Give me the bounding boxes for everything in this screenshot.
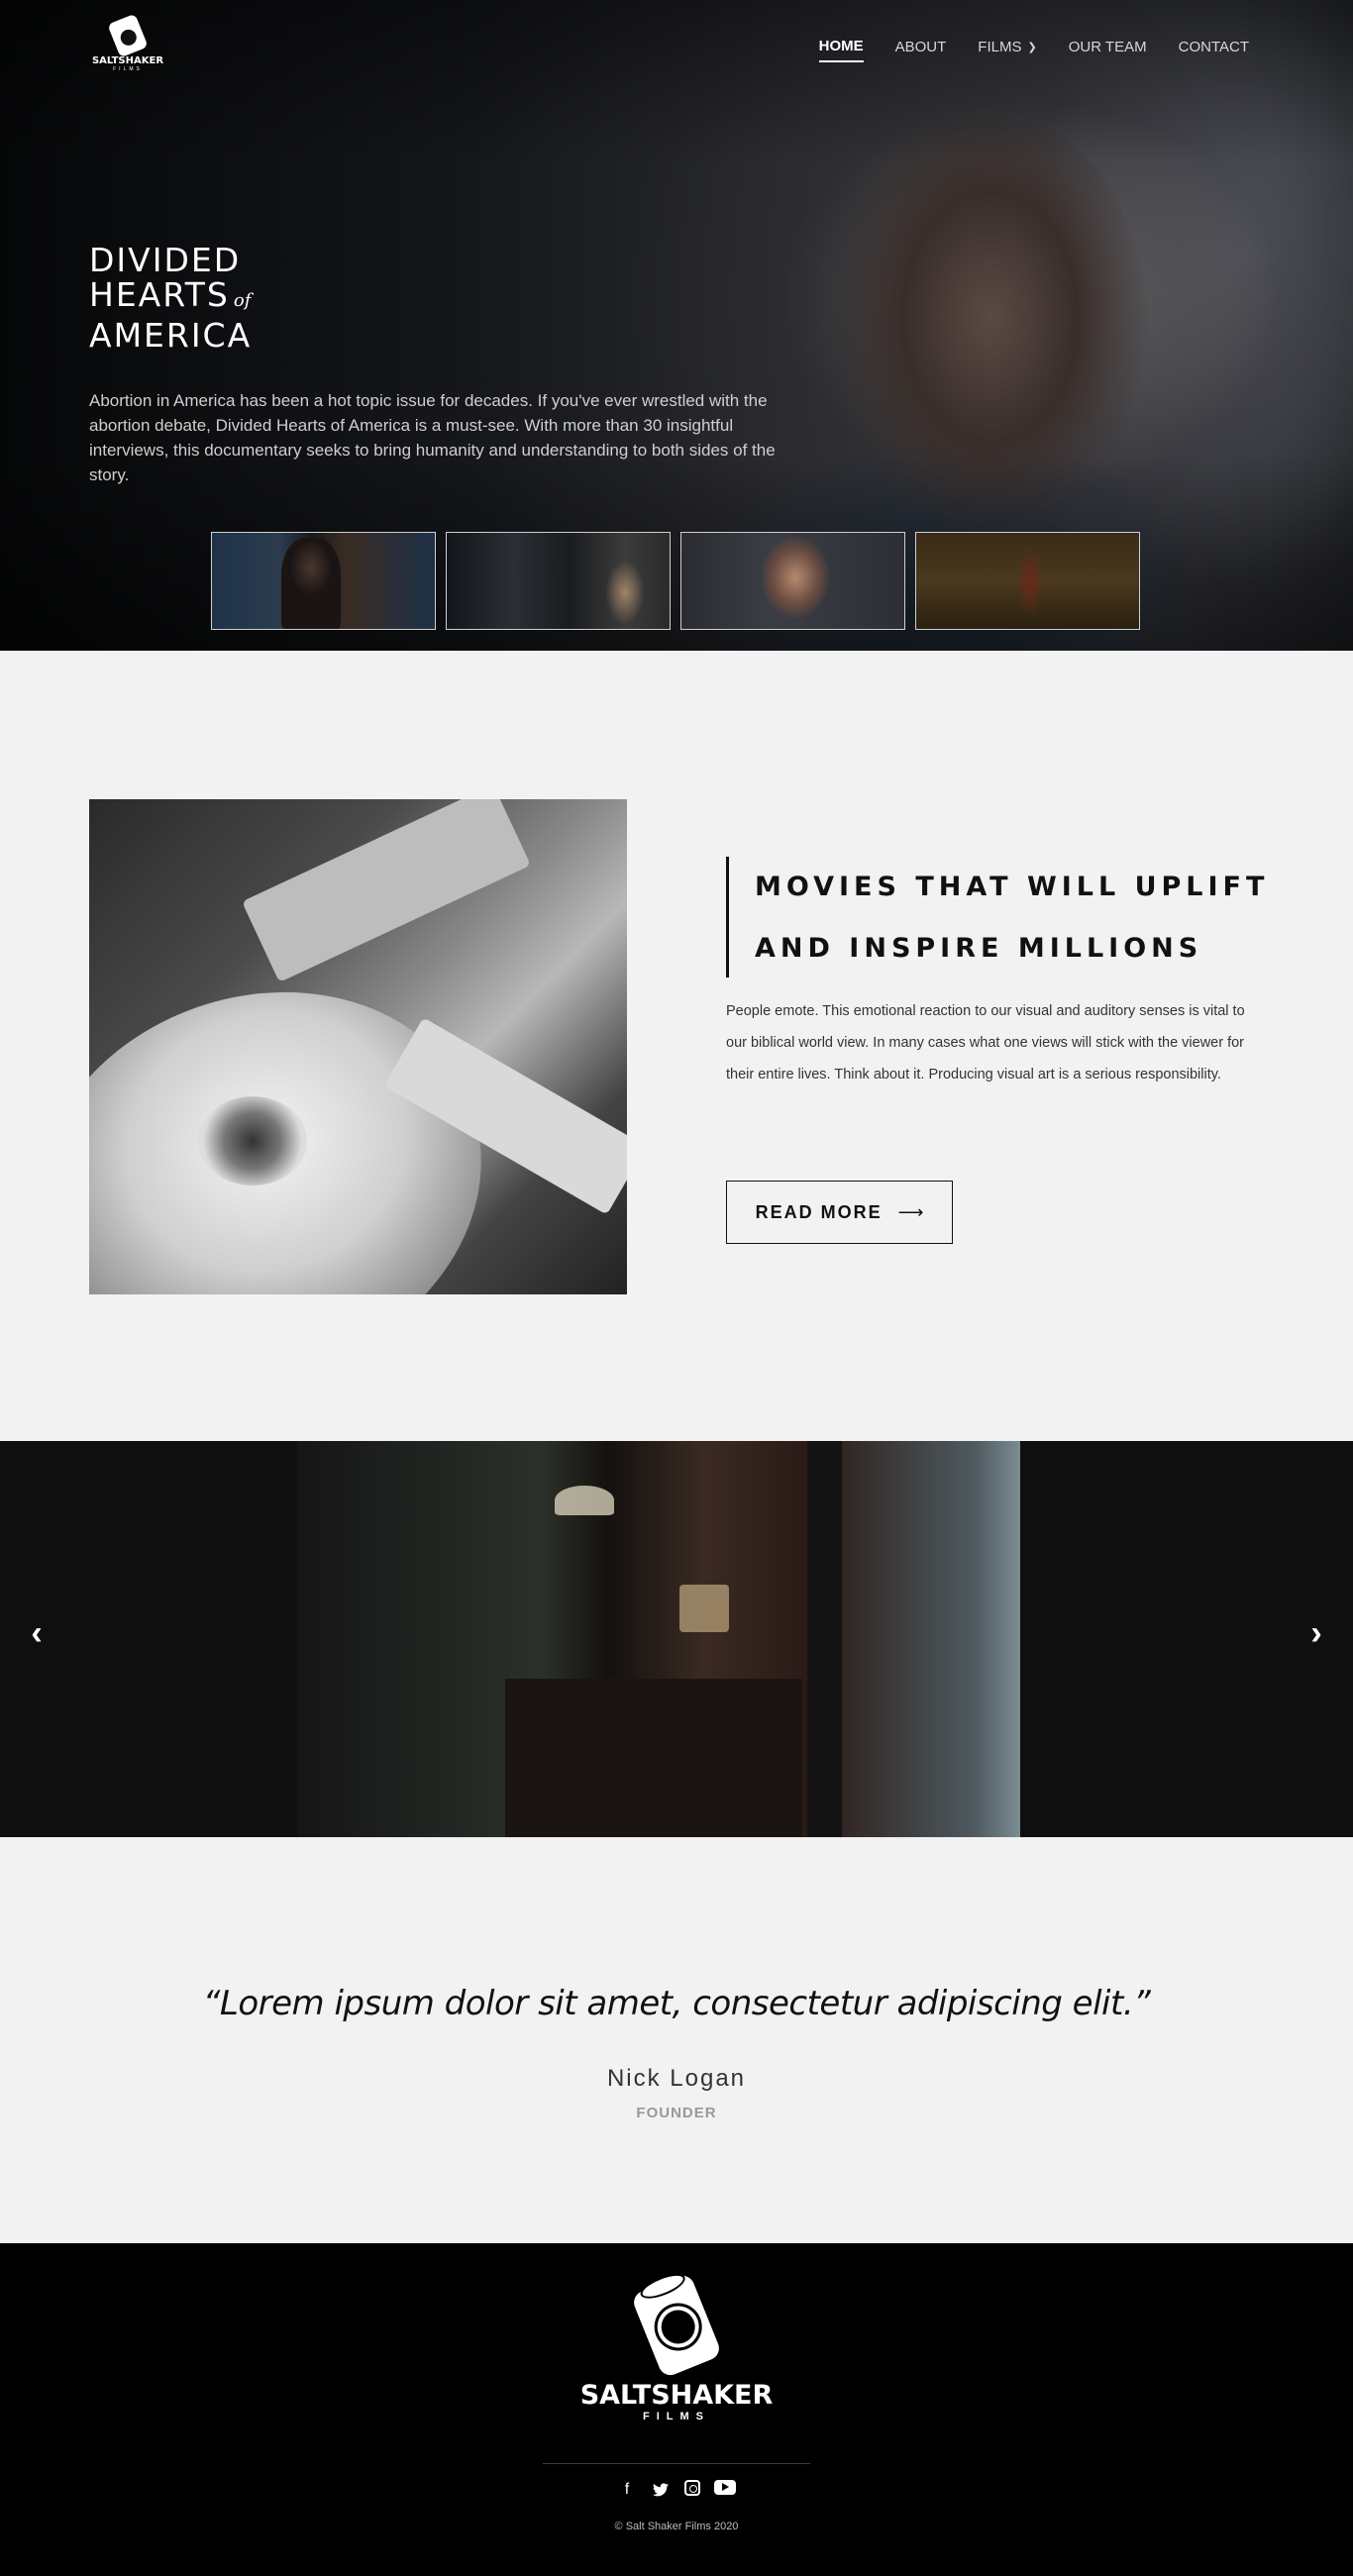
film-title-logo: DIVIDED HEARTS of AMERICA: [89, 241, 253, 355]
instagram-icon[interactable]: [684, 2480, 700, 2496]
nav-films[interactable]: FILMS ❯: [978, 39, 1036, 61]
footer-divider: [543, 2463, 810, 2464]
hero-thumbnails: [211, 532, 1140, 630]
feature-text: People emote. This emotional reaction to…: [726, 1003, 1245, 1082]
thumbnail-1[interactable]: [211, 532, 436, 630]
feature-section: MOVIES THAT WILL UPLIFT AND INSPIRE MILL…: [0, 651, 1353, 1441]
youtube-icon[interactable]: [714, 2480, 736, 2495]
read-more-button[interactable]: READ MORE ⟶: [726, 1181, 953, 1244]
twitter-icon[interactable]: [651, 2480, 671, 2500]
site-logo[interactable]: SALTSHAKER FILMS: [87, 13, 168, 77]
film-reel-photo: [89, 799, 627, 1294]
slider-next-icon[interactable]: ›: [1297, 1614, 1336, 1653]
hero-description: Abortion in America has been a hot topic…: [89, 391, 776, 484]
nav-home[interactable]: HOME: [818, 38, 864, 62]
site-footer: SALTSHAKER FILMS f © Salt Shaker Films 2…: [0, 2243, 1353, 2576]
footer-logo[interactable]: SALTSHAKER FILMS: [577, 2272, 776, 2429]
film-reel-icon: [630, 2272, 723, 2379]
testimonial-quote: “Lorem ipsum dolor sit amet, consectetur…: [202, 1984, 1151, 2023]
hero-section: SALTSHAKER FILMS HOME ABOUT FILMS ❯ OUR T…: [0, 0, 1353, 651]
arrow-right-icon: ⟶: [897, 1201, 924, 1222]
main-nav: HOME ABOUT FILMS ❯ OUR TEAM CONTACT: [818, 38, 1249, 62]
testimonial-name: Nick Logan: [606, 2065, 747, 2092]
chevron-down-icon: ❯: [1027, 42, 1037, 53]
thumbnail-3[interactable]: [680, 532, 905, 630]
thumbnail-2[interactable]: [446, 532, 671, 630]
testimonial-section: “Lorem ipsum dolor sit amet, consectetur…: [0, 1837, 1353, 2243]
thumbnail-4[interactable]: [915, 532, 1140, 630]
film-reel-icon: [107, 13, 149, 58]
social-links: f: [0, 2480, 1353, 2500]
nav-about[interactable]: ABOUT: [895, 39, 947, 61]
image-slider: ‹ ›: [0, 1441, 1353, 1837]
nav-contact[interactable]: CONTACT: [1179, 39, 1249, 61]
facebook-icon[interactable]: f: [617, 2480, 637, 2500]
slider-prev-icon[interactable]: ‹: [17, 1614, 56, 1653]
feature-heading: MOVIES THAT WILL UPLIFT AND INSPIRE MILL…: [726, 857, 1269, 978]
nav-our-team[interactable]: OUR TEAM: [1069, 39, 1147, 61]
testimonial-role: FOUNDER: [636, 2105, 717, 2121]
copyright-text: © Salt Shaker Films 2020: [614, 2521, 739, 2532]
